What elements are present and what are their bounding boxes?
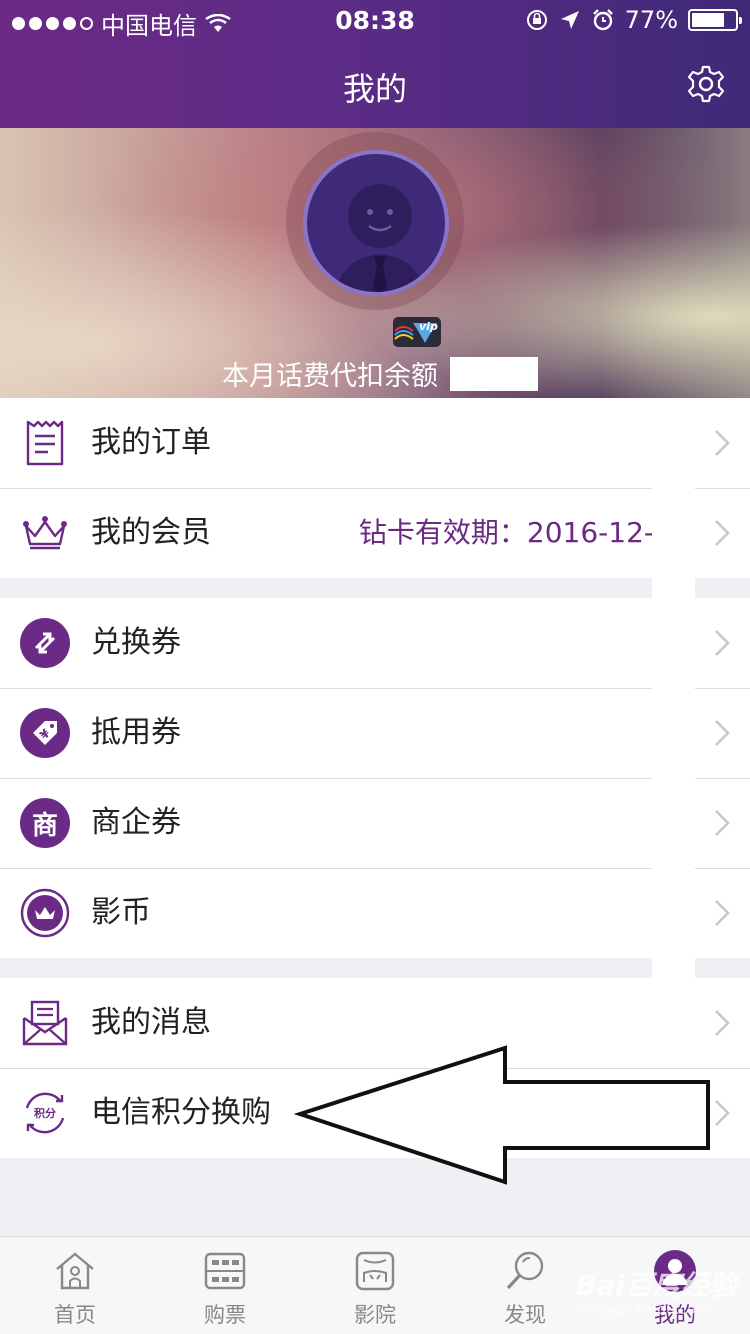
cinema-icon: [355, 1251, 395, 1291]
row-my-membership[interactable]: 我的会员 钻卡有效期：2016-12-: [0, 488, 750, 578]
profile-banner: vip 本月话费代扣余额: [0, 128, 750, 398]
receipt-icon: [26, 420, 64, 466]
tab-tickets[interactable]: 购票: [150, 1237, 300, 1334]
row-telecom-points[interactable]: 积分 电信积分换购: [0, 1068, 750, 1158]
row-label: 电信积分换购: [91, 1095, 271, 1130]
tab-label: 发现: [504, 1303, 546, 1327]
location-icon: [560, 11, 579, 29]
balance-value-redacted: [450, 356, 538, 391]
chevron-right-icon: [715, 630, 730, 656]
alarm-icon: [592, 9, 613, 31]
crown-icon: [23, 516, 67, 550]
row-movie-coins[interactable]: 影币: [0, 868, 750, 958]
vip-label: vip: [419, 320, 438, 333]
status-right: 77%: [525, 6, 742, 34]
home-icon: [56, 1252, 94, 1290]
row-my-messages[interactable]: 我的消息: [0, 978, 750, 1068]
rotation-lock-icon: [526, 10, 547, 30]
vip-badge: vip: [393, 317, 441, 347]
ticket-icon: [204, 1252, 246, 1290]
chevron-right-icon: [715, 900, 730, 926]
watermark-logo: Bai百度经验: [575, 1269, 737, 1302]
tab-label: 首页: [54, 1303, 96, 1327]
tab-home[interactable]: 首页: [0, 1237, 150, 1334]
row-exchange-coupon[interactable]: 兑换券: [0, 598, 750, 688]
coupon-group: 兑换券 ¥ 抵用券 商 商企券 影币: [0, 598, 750, 958]
gear-icon[interactable]: [686, 64, 726, 104]
balance-row: 本月话费代扣余额: [222, 354, 538, 393]
chevron-right-icon: [715, 810, 730, 836]
chevron-right-icon: [715, 1100, 730, 1126]
tab-cinema[interactable]: 影院: [300, 1237, 450, 1334]
row-label: 商企券: [91, 805, 181, 840]
battery-fill: [692, 13, 725, 27]
header: 中国电信 08:38 77% 我的: [0, 0, 750, 128]
membership-expiry: 钻卡有效期：2016-12-: [358, 516, 654, 549]
envelope-icon: [22, 1000, 68, 1046]
chevron-right-icon: [715, 430, 730, 456]
avatar[interactable]: [303, 150, 449, 296]
row-label: 抵用券: [91, 715, 181, 750]
chevron-right-icon: [715, 720, 730, 746]
chevron-right-icon: [715, 520, 730, 546]
shang-icon: 商: [20, 798, 70, 848]
battery-percent: 77%: [624, 6, 678, 34]
crown-coin-icon: [20, 888, 70, 938]
page-title: 我的: [342, 70, 407, 108]
exchange-icon: [20, 618, 70, 668]
other-group: 我的消息 积分 电信积分换购: [0, 978, 750, 1158]
row-label: 我的订单: [91, 425, 211, 460]
balance-label: 本月话费代扣余额: [222, 361, 438, 392]
tab-label: 购票: [204, 1303, 246, 1327]
row-business-coupon[interactable]: 商 商企券: [0, 778, 750, 868]
watermark-url: jingyan.baidu.com: [580, 1302, 710, 1318]
row-label: 兑换券: [91, 625, 181, 660]
row-voucher[interactable]: ¥ 抵用券: [0, 688, 750, 778]
row-my-orders[interactable]: 我的订单: [0, 398, 750, 488]
account-group: 我的订单 我的会员 钻卡有效期：2016-12-: [0, 398, 750, 578]
points-exchange-icon: 积分: [20, 1088, 70, 1138]
yen-tag-icon: ¥: [20, 708, 70, 758]
row-label: 影币: [91, 895, 151, 930]
search-icon: [506, 1251, 544, 1290]
chevron-right-icon: [715, 1010, 730, 1036]
row-label: 我的消息: [91, 1005, 211, 1040]
points-glyph: 积分: [34, 1107, 56, 1120]
battery-icon: [688, 9, 742, 31]
row-label: 我的会员: [91, 515, 211, 550]
tab-label: 影院: [354, 1303, 396, 1327]
status-bar: 中国电信 08:38 77%: [0, 0, 750, 40]
